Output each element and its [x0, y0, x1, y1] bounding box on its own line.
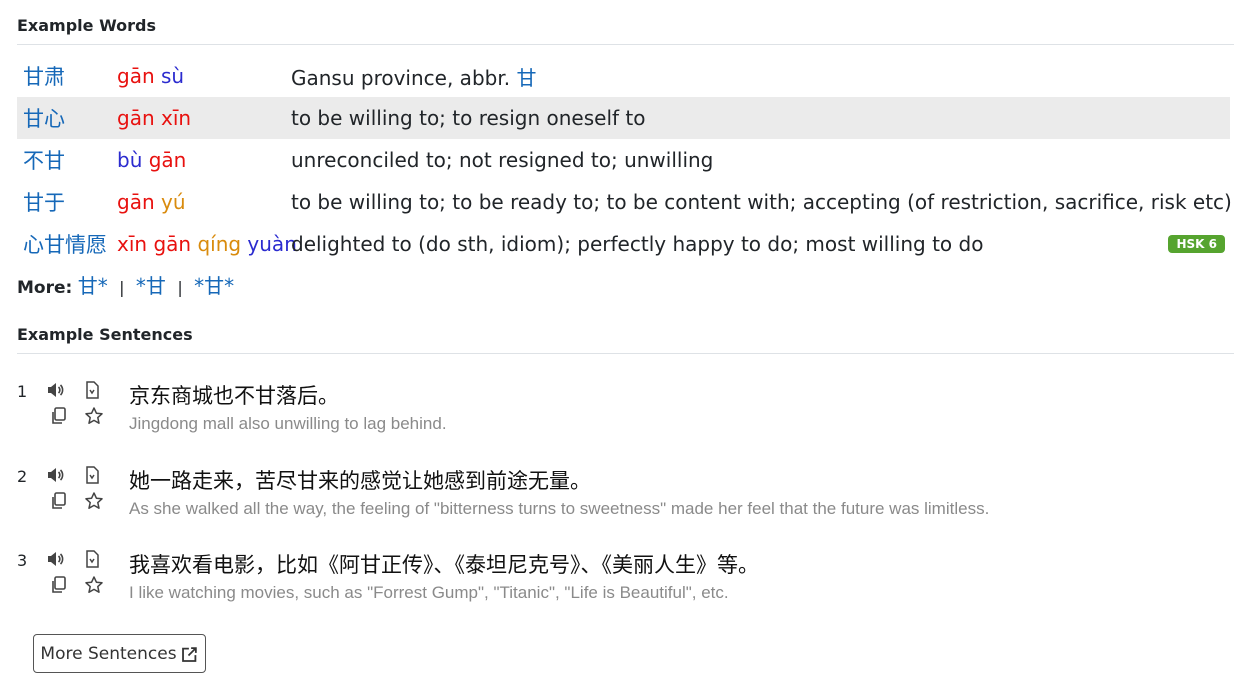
- word-pinyin: gān yú: [117, 190, 186, 214]
- speaker-icon[interactable]: [46, 380, 66, 400]
- pinyin-syllable: qíng: [197, 232, 242, 256]
- external-link-icon: [181, 646, 197, 662]
- definition-text: to be willing to; to resign oneself to: [291, 106, 646, 130]
- more-separator: |: [177, 278, 183, 297]
- word-hanzi[interactable]: 甘肃: [23, 61, 65, 91]
- word-pinyin: gān xīn: [117, 106, 191, 130]
- sentence-chinese: 她一路走来，苦尽甘来的感觉让她感到前途无量。: [129, 469, 591, 493]
- pinyin-syllable: xīn: [117, 232, 148, 256]
- document-icon[interactable]: [82, 380, 102, 400]
- sentence-item: 1 京东商城也不甘落后。 Jingdong mall also unwilling …: [17, 380, 1217, 450]
- definition-link[interactable]: 甘: [516, 66, 536, 90]
- word-pinyin: gān sù: [117, 64, 184, 88]
- definition-text: unreconciled to; not resigned to; unwill…: [291, 148, 714, 172]
- word-definition: Gansu province, abbr. 甘: [291, 62, 536, 91]
- pinyin-syllable: gān: [117, 64, 155, 88]
- pinyin-syllable: yú: [161, 190, 186, 214]
- word-definition: to be willing to; to be ready to; to be …: [291, 190, 1232, 214]
- star-icon[interactable]: [84, 406, 104, 426]
- sentence-number: 2: [17, 467, 28, 486]
- pinyin-syllable: gān: [148, 148, 187, 172]
- copy-icon[interactable]: [49, 491, 69, 511]
- word-hanzi[interactable]: 不甘: [23, 145, 65, 175]
- example-sentences-divider: [17, 353, 1234, 354]
- example-words-heading: Example Words: [17, 16, 157, 35]
- pinyin-syllable: bù: [117, 148, 143, 172]
- more-separator: |: [119, 278, 125, 297]
- more-link-contains[interactable]: *甘*: [194, 274, 234, 298]
- pinyin-syllable: sù: [161, 64, 185, 88]
- definition-text: Gansu province, abbr.: [291, 65, 517, 90]
- pinyin-syllable: xīn: [161, 106, 192, 130]
- pinyin-syllable: yuàn: [247, 232, 297, 256]
- copy-icon[interactable]: [49, 575, 69, 595]
- word-definition: delighted to (do sth, idiom); perfectly …: [291, 232, 983, 256]
- sentence-number: 3: [17, 551, 28, 570]
- word-pinyin: bù gān: [117, 148, 186, 172]
- star-icon[interactable]: [84, 491, 104, 511]
- document-icon[interactable]: [82, 549, 102, 569]
- word-hanzi[interactable]: 甘于: [23, 187, 65, 217]
- definition-text: delighted to (do sth, idiom); perfectly …: [291, 232, 984, 256]
- document-icon[interactable]: [82, 465, 102, 485]
- pinyin-syllable: gān: [153, 232, 192, 256]
- speaker-icon[interactable]: [46, 549, 66, 569]
- sentence-chinese: 京东商城也不甘落后。: [129, 384, 339, 408]
- sentence-chinese: 我喜欢看电影，比如《阿甘正传》、《泰坦尼克号》、《美丽人生》等。: [129, 553, 759, 577]
- more-label: More:: [17, 278, 73, 298]
- example-words-divider: [17, 44, 1234, 45]
- more-links: More: 甘* | *甘 | *甘*: [17, 270, 234, 299]
- word-pinyin: xīn gān qíng yuàn: [117, 232, 297, 256]
- example-sentences-heading: Example Sentences: [17, 325, 193, 344]
- word-definition: unreconciled to; not resigned to; unwill…: [291, 148, 713, 172]
- word-row: 甘心 gān xīn to be willing to; to resign one…: [17, 97, 1230, 139]
- word-row: 心甘情愿 xīn gān qíng yuàn delighted to (do st…: [17, 223, 1230, 265]
- more-link-prefix[interactable]: 甘*: [78, 274, 108, 298]
- hsk-level-badge: HSK 6: [1168, 235, 1225, 253]
- word-definition: to be willing to; to resign oneself to: [291, 106, 645, 130]
- sentence-number: 1: [17, 382, 28, 401]
- pinyin-syllable: gān: [117, 190, 155, 214]
- word-row: 甘于 gān yú to be willing to; to be ready to…: [17, 181, 1232, 223]
- pinyin-syllable: gān: [117, 106, 155, 130]
- copy-icon[interactable]: [49, 406, 69, 426]
- word-hanzi[interactable]: 甘心: [23, 103, 65, 133]
- sentence-translation: Jingdong mall also unwilling to lag behi…: [129, 414, 447, 433]
- sentence-translation: I like watching movies, such as "Forrest…: [129, 583, 729, 602]
- word-row: 不甘 bù gān unreconciled to; not resigned to…: [17, 139, 1230, 181]
- definition-text: to be willing to; to be ready to; to be …: [291, 190, 1232, 214]
- star-icon[interactable]: [84, 575, 104, 595]
- more-link-suffix[interactable]: *甘: [136, 274, 166, 298]
- speaker-icon[interactable]: [46, 465, 66, 485]
- sentence-item: 3 我喜欢看电影，比如《阿甘正传》、《泰坦尼克号》、《美丽人生》等。 I like …: [17, 549, 1217, 619]
- sentence-item: 2 她一路走来，苦尽甘来的感觉让她感到前途无量。 As she walked all…: [17, 465, 1217, 535]
- sentence-translation: As she walked all the way, the feeling o…: [129, 499, 990, 518]
- more-sentences-button[interactable]: More Sentences: [33, 634, 206, 673]
- word-hanzi[interactable]: 心甘情愿: [23, 229, 107, 259]
- word-row: 甘肃 gān sù Gansu province, abbr. 甘: [17, 55, 1230, 97]
- more-sentences-label: More Sentences: [40, 643, 177, 664]
